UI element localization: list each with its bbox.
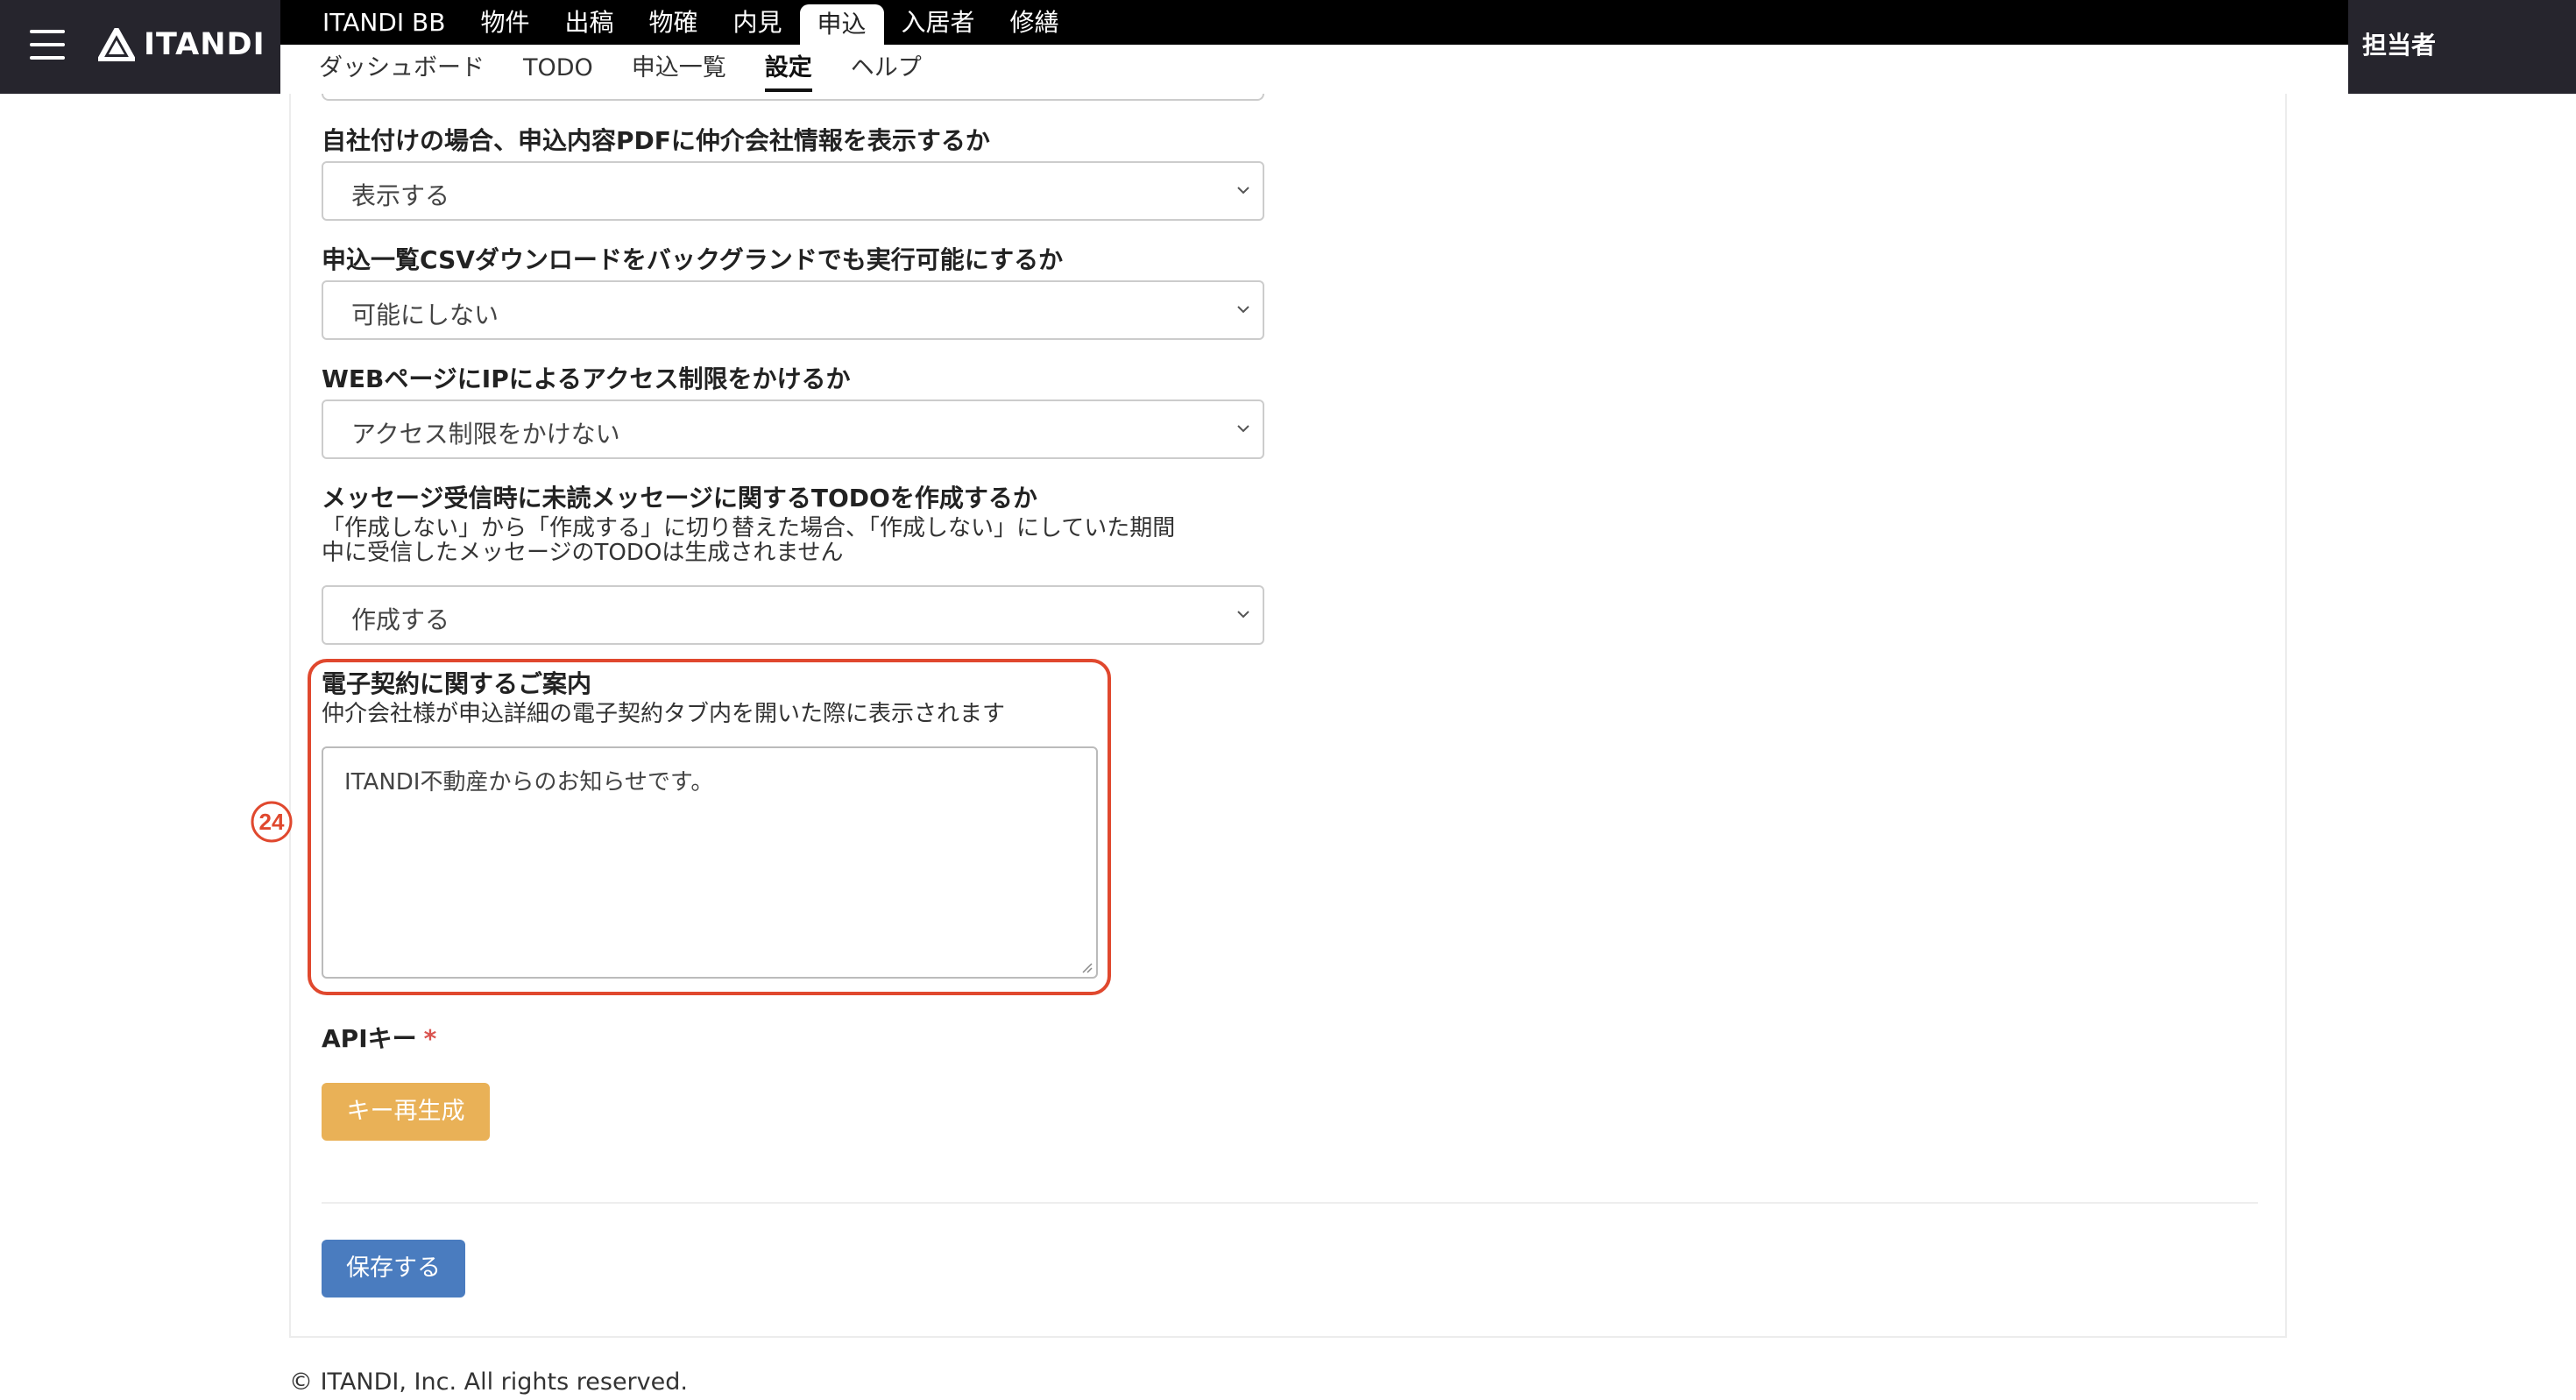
tab-property-check[interactable]: 物確 <box>631 0 715 45</box>
itandi-logo[interactable]: ITANDI <box>98 25 265 65</box>
previous-select-bottom[interactable] <box>322 94 1264 101</box>
pdf-broker-select[interactable]: 表示する <box>322 161 1264 221</box>
user-menu[interactable]: 担当者 <box>2348 0 2576 94</box>
unread-todo-help-line1: 「作成しない」から「作成する」に切り替えた場合、「作成しない」にしていた期間 <box>322 515 1176 541</box>
unread-todo-select[interactable]: 作成する <box>322 585 1264 645</box>
tab-viewing[interactable]: 内見 <box>715 0 799 45</box>
tab-itandi-bb[interactable]: ITANDI BB <box>305 0 463 45</box>
footer-copyright: © ITANDI, Inc. All rights reserved. <box>289 1368 688 1396</box>
ip-restriction-label: WEBページにIPによるアクセス制限をかけるか <box>322 364 851 393</box>
e-contract-text: ITANDI不動産からのお知らせです。 <box>344 769 714 795</box>
subtab-application-list[interactable]: 申込一覧 <box>612 45 746 94</box>
save-button[interactable]: 保存する <box>322 1240 465 1297</box>
hamburger-menu-icon[interactable] <box>30 30 65 60</box>
e-contract-help: 仲介会社様が申込詳細の電子契約タブ内を開いた際に表示されます <box>322 701 1006 727</box>
csv-background-select[interactable]: 可能にしない <box>322 280 1264 340</box>
ip-restriction-value: アクセス制限をかけない <box>351 420 620 449</box>
secondary-nav: ダッシュボード TODO 申込一覧 設定 ヘルプ <box>280 45 2348 94</box>
e-contract-textarea[interactable]: ITANDI不動産からのお知らせです。 <box>322 746 1098 979</box>
api-key-label-text: APIキー <box>322 1024 417 1053</box>
e-contract-label: 電子契約に関するご案内 <box>322 669 592 698</box>
subtab-dashboard[interactable]: ダッシュボード <box>300 45 504 94</box>
form-divider <box>322 1202 2258 1204</box>
tab-listing[interactable]: 出稿 <box>547 0 631 45</box>
unread-todo-help-line2: 中に受信したメッセージのTODOは生成されません <box>322 540 844 566</box>
resize-grip-icon[interactable] <box>1079 959 1093 973</box>
chevron-down-icon <box>1237 425 1249 433</box>
tab-tenant[interactable]: 入居者 <box>884 0 993 45</box>
unread-todo-value: 作成する <box>351 605 450 634</box>
settings-panel: 自社付けの場合、申込内容PDFに仲介会社情報を表示するか 表示する 申込一覧CS… <box>251 94 2287 1338</box>
regenerate-key-button[interactable]: キー再生成 <box>322 1083 490 1141</box>
subtab-todo[interactable]: TODO <box>504 45 612 94</box>
chevron-down-icon <box>1237 306 1249 314</box>
pdf-broker-value: 表示する <box>351 181 450 210</box>
csv-background-label: 申込一覧CSVダウンロードをバックグランドでも実行可能にするか <box>322 245 1064 274</box>
logo-text: ITANDI <box>144 27 265 62</box>
annotation-number-marker: 24 <box>251 801 293 843</box>
chevron-down-icon <box>1237 187 1249 194</box>
primary-nav: ITANDI BB 物件 出稿 物確 内見 申込 入居者 修繕 <box>280 0 2348 45</box>
tab-application[interactable]: 申込 <box>799 4 884 45</box>
api-key-label: APIキー * <box>322 1020 436 1055</box>
subtab-help[interactable]: ヘルプ <box>832 45 941 94</box>
unread-todo-label: メッセージ受信時に未読メッセージに関するTODOを作成するか <box>322 484 1037 513</box>
tab-repair[interactable]: 修繕 <box>993 0 1077 45</box>
required-mark: * <box>423 1024 437 1053</box>
pdf-broker-label: 自社付けの場合、申込内容PDFに仲介会社情報を表示するか <box>322 126 990 155</box>
svg-text:24: 24 <box>259 809 285 835</box>
user-label: 担当者 <box>2362 31 2437 60</box>
itandi-logo-icon <box>98 28 135 61</box>
chevron-down-icon <box>1237 611 1249 619</box>
csv-background-value: 可能にしない <box>351 301 499 329</box>
subtab-settings[interactable]: 設定 <box>746 45 832 94</box>
ip-restriction-select[interactable]: アクセス制限をかけない <box>322 399 1264 459</box>
tab-properties[interactable]: 物件 <box>463 0 547 45</box>
